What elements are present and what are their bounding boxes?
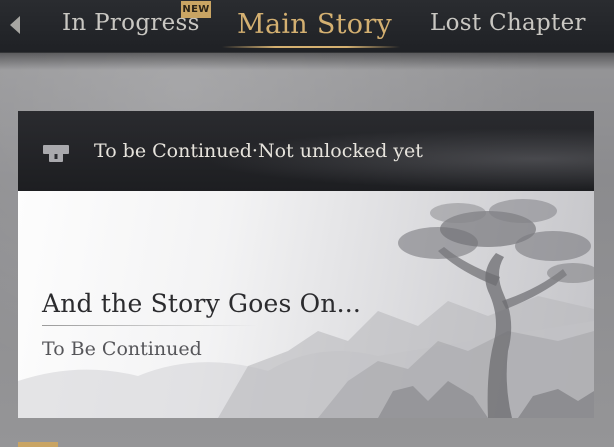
chapter-card-header: To be Continued·Not unlocked yet <box>18 111 594 191</box>
lock-icon <box>43 145 69 162</box>
chapter-card[interactable]: To be Continued·Not unlocked yet And the… <box>18 111 594 418</box>
back-arrow-icon[interactable] <box>6 14 24 36</box>
locked-status-text: To be Continued·Not unlocked yet <box>94 140 423 162</box>
story-screen: In Progress NEW Main Story Lost Chapter … <box>0 0 614 447</box>
chapter-subtitle: To Be Continued <box>42 338 202 360</box>
tab-bar-shadow <box>0 52 614 70</box>
tab-main-story[interactable]: Main Story <box>237 9 392 40</box>
chapter-title: And the Story Goes On... <box>42 289 362 318</box>
tab-lost-chapter[interactable]: Lost Chapter <box>430 10 586 36</box>
new-badge: NEW <box>181 1 211 18</box>
tab-in-progress[interactable]: In Progress <box>62 10 200 36</box>
active-tab-indicator <box>222 46 400 48</box>
next-card-edge <box>18 442 58 447</box>
tab-bar: In Progress NEW Main Story Lost Chapter <box>0 0 614 53</box>
title-divider <box>42 325 257 326</box>
chapter-card-body: And the Story Goes On... To Be Continued <box>18 191 594 418</box>
